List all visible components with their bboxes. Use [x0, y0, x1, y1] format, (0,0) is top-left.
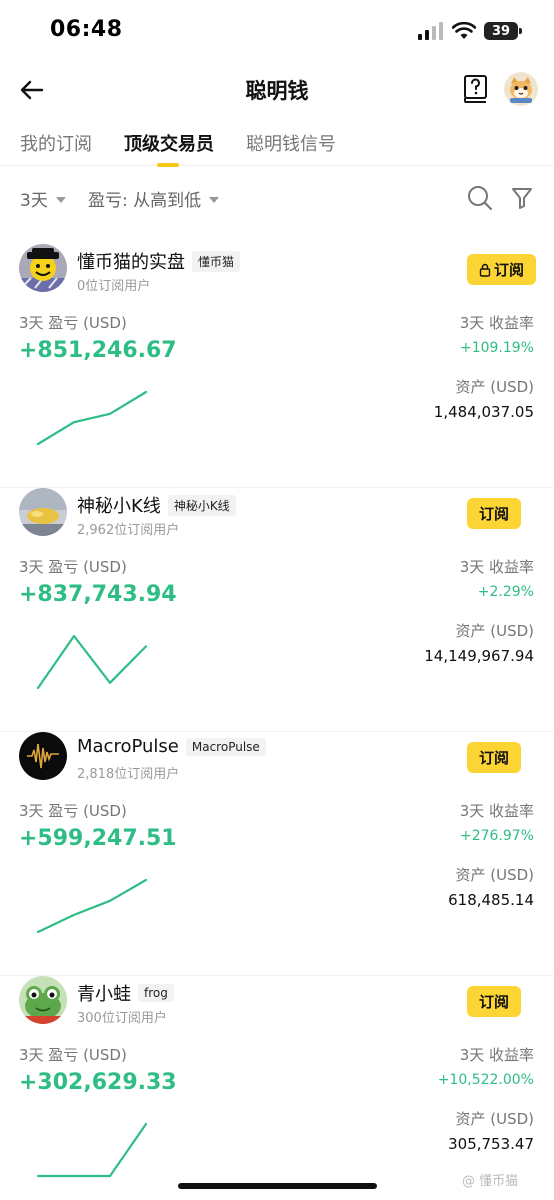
trader-avatar [19, 976, 67, 1024]
trader-card[interactable]: 青小蛙 frog 300位订阅用户 订阅 3天 盈亏 (USD) +302,62… [0, 976, 554, 1200]
status-bar: 06:48 39 [0, 0, 554, 62]
help-button[interactable] [462, 74, 490, 104]
pnl-sparkline [36, 1122, 148, 1178]
trader-tag: MacroPulse [185, 737, 266, 756]
funnel-icon [512, 188, 532, 209]
assets-value: 1,484,037.05 [433, 403, 534, 421]
tab-my-subscriptions[interactable]: 我的订阅 [20, 130, 92, 156]
wifi-icon [452, 22, 476, 39]
pnl-value: +837,743.94 [19, 582, 177, 607]
nav-bar: 聪明钱 [0, 62, 554, 118]
caret-down-icon [55, 196, 66, 203]
pnl-label: 3天 盈亏 (USD) [19, 314, 127, 332]
trader-name-text: 神秘小K线 [77, 496, 161, 517]
roi-value: +2.29% [477, 584, 534, 600]
assets-label: 资产 (USD) [455, 622, 534, 640]
sparkline-line [36, 390, 148, 446]
assets-value: 14,149,967.94 [424, 647, 534, 665]
subscriber-count: 300位订阅用户 [77, 1011, 167, 1026]
battery-icon: 39 [484, 22, 522, 40]
assets-value: 305,753.47 [448, 1135, 534, 1153]
trader-card[interactable]: 神秘小K线 神秘小K线 2,962位订阅用户 订阅 3天 盈亏 (USD) +8… [0, 488, 554, 732]
pnl-label: 3天 盈亏 (USD) [19, 558, 127, 576]
subscribe-label: 订阅 [494, 261, 525, 279]
subscribe-label: 订阅 [479, 749, 510, 767]
roi-value: +109.19% [459, 340, 534, 356]
active-tab-indicator [157, 163, 179, 167]
trader-name: 懂币猫的实盘 懂币猫 [77, 248, 241, 274]
assets-label: 资产 (USD) [455, 866, 534, 884]
pnl-sparkline [36, 634, 148, 690]
subscriber-count: 0位订阅用户 [77, 279, 151, 294]
trader-card[interactable]: MacroPulse MacroPulse 2,818位订阅用户 订阅 3天 盈… [0, 732, 554, 976]
trader-name: MacroPulse MacroPulse [77, 736, 266, 757]
pnl-value: +599,247.51 [19, 826, 177, 851]
roi-value: +276.97% [459, 828, 534, 844]
trader-name: 神秘小K线 神秘小K线 [77, 492, 236, 518]
roi-label: 3天 收益率 [459, 802, 534, 820]
roi-value: +10,522.00% [437, 1072, 534, 1088]
lock-icon [479, 263, 491, 277]
assets-value: 618,485.14 [448, 891, 534, 909]
subscribe-button[interactable]: 订阅 [467, 254, 537, 285]
pnl-label: 3天 盈亏 (USD) [19, 802, 127, 820]
roi-label: 3天 收益率 [459, 314, 534, 332]
subscriber-count: 2,962位订阅用户 [77, 523, 180, 538]
signal-icon [418, 22, 443, 40]
trader-avatar [19, 244, 67, 292]
pnl-value: +302,629.33 [19, 1070, 177, 1095]
home-indicator [178, 1183, 377, 1189]
filter-button[interactable] [510, 184, 534, 212]
tab-smart-money-signals[interactable]: 聪明钱信号 [246, 130, 336, 156]
status-icons: 39 [418, 20, 522, 42]
sparkline-line [36, 1122, 148, 1178]
trader-tag: 神秘小K线 [167, 494, 236, 516]
pnl-sparkline [36, 390, 148, 446]
subscribe-label: 订阅 [479, 505, 510, 523]
subscribe-button[interactable]: 订阅 [467, 986, 522, 1017]
subscribe-button[interactable]: 订阅 [467, 742, 522, 773]
trader-name: 青小蛙 frog [77, 980, 174, 1006]
search-button[interactable] [466, 184, 494, 212]
tab-top-traders[interactable]: 顶级交易员 [124, 130, 214, 156]
sparkline-line [36, 634, 148, 690]
trader-name-text: 懂币猫的实盘 [77, 252, 185, 273]
status-time: 06:48 [50, 17, 123, 42]
waveform-avatar-icon [19, 732, 67, 780]
pnl-value: +851,246.67 [19, 338, 177, 363]
battery-level: 39 [491, 23, 511, 39]
trader-avatar [19, 488, 67, 536]
roi-label: 3天 收益率 [459, 1046, 534, 1064]
photo-avatar-icon [19, 488, 67, 536]
question-book-icon [464, 75, 487, 103]
sort-dropdown[interactable]: 盈亏: 从高到低 [88, 186, 220, 211]
trader-tag: frog [138, 984, 174, 1002]
trader-name-text: MacroPulse [77, 736, 179, 757]
roi-label: 3天 收益率 [459, 558, 534, 576]
sort-value: 盈亏: 从高到低 [88, 191, 202, 211]
subscriber-count: 2,818位订阅用户 [77, 767, 180, 782]
search-icon [468, 186, 493, 211]
pnl-label: 3天 盈亏 (USD) [19, 1046, 127, 1064]
cat-avatar-icon [504, 72, 538, 106]
watermark: @ 懂币猫 [462, 1174, 519, 1189]
smiley-hat-avatar-icon [19, 244, 67, 292]
filter-bar: 3天 盈亏: 从高到低 [0, 176, 554, 220]
assets-label: 资产 (USD) [455, 378, 534, 396]
trader-name-text: 青小蛙 [77, 984, 131, 1005]
user-avatar[interactable] [504, 72, 538, 106]
trader-avatar [19, 732, 67, 780]
subscribe-button[interactable]: 订阅 [467, 498, 522, 529]
period-dropdown[interactable]: 3天 [20, 186, 66, 211]
assets-label: 资产 (USD) [455, 1110, 534, 1128]
frog-avatar-icon [19, 976, 67, 1024]
sparkline-line [36, 878, 148, 934]
period-value: 3天 [20, 191, 48, 211]
subscribe-label: 订阅 [479, 993, 510, 1011]
caret-down-icon [209, 196, 220, 203]
trader-card[interactable]: 懂币猫的实盘 懂币猫 0位订阅用户 订阅 3天 盈亏 (USD) +851,24… [0, 244, 554, 488]
pnl-sparkline [36, 878, 148, 934]
trader-tag: 懂币猫 [192, 250, 241, 272]
tab-bar: 我的订阅 顶级交易员 聪明钱信号 [0, 118, 554, 167]
